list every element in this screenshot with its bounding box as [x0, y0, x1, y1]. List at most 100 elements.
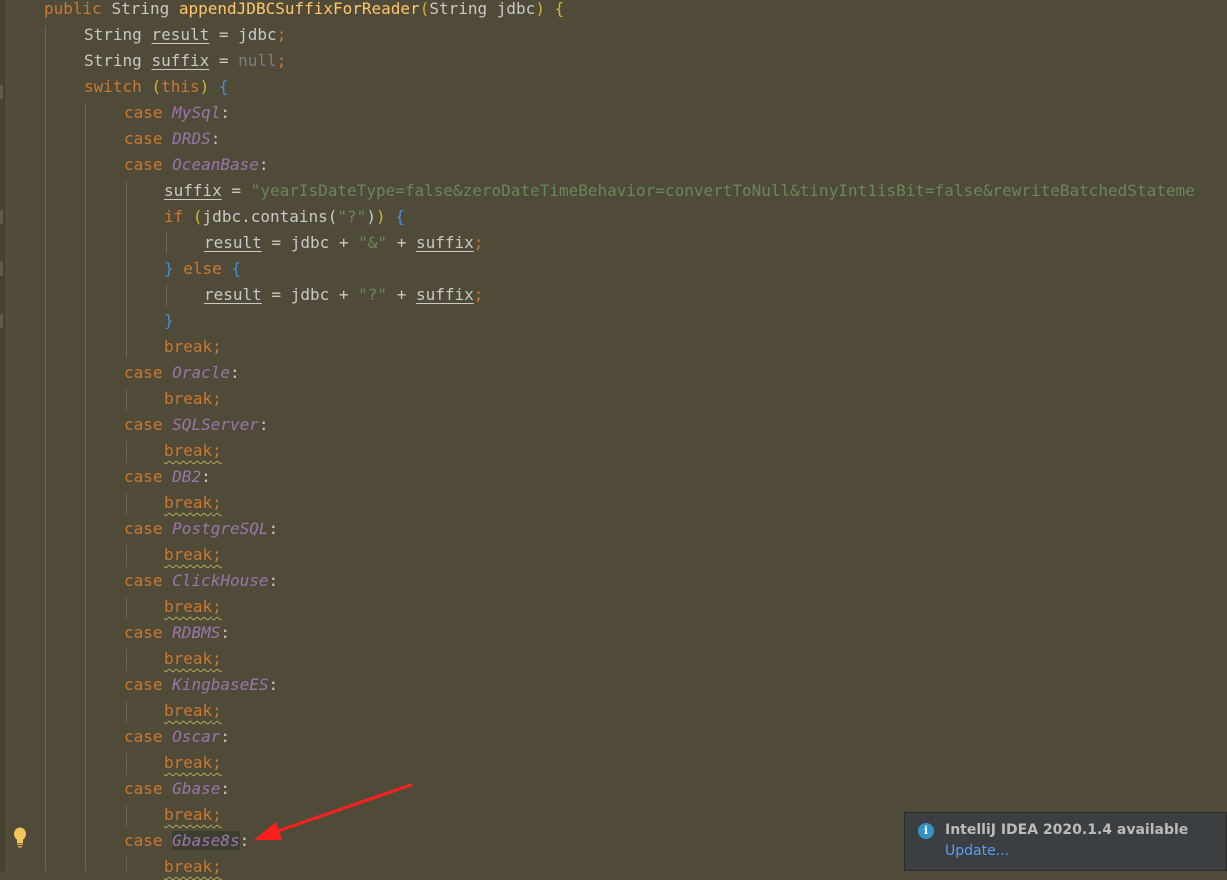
- code-line[interactable]: break;: [164, 542, 222, 568]
- keyword: break: [164, 753, 213, 772]
- variable: result: [151, 25, 210, 44]
- indent-guide: [45, 26, 46, 871]
- code-line[interactable]: break;: [164, 750, 222, 776]
- semicolon: ;: [212, 597, 222, 616]
- code-line[interactable]: case Gbase:: [124, 776, 230, 802]
- code-line[interactable]: result = jdbc + "&" + suffix;: [204, 230, 483, 256]
- enum-constant: DRDS: [172, 129, 211, 148]
- code-line[interactable]: case DRDS:: [124, 126, 220, 152]
- semicolon: ;: [212, 337, 222, 356]
- code-line[interactable]: public String appendJDBCSuffixForReader(…: [44, 0, 564, 22]
- code-line[interactable]: break;: [164, 334, 222, 360]
- indent-guide: [166, 232, 167, 254]
- brace: {: [554, 0, 565, 18]
- operator: +: [396, 285, 407, 304]
- code-line[interactable]: break;: [164, 438, 222, 464]
- string-literal: "?": [358, 285, 388, 304]
- enum-constant: MySql: [172, 103, 221, 122]
- variable: result: [204, 285, 262, 304]
- keyword: break: [164, 805, 213, 824]
- code-line[interactable]: suffix = "yearIsDateType=false&zeroDateT…: [164, 178, 1195, 204]
- lightbulb-icon[interactable]: [12, 826, 28, 850]
- semicolon: ;: [212, 389, 222, 408]
- indent-guide: [126, 805, 127, 827]
- parameter: String jdbc: [429, 0, 536, 18]
- code-editor[interactable]: public String appendJDBCSuffixForReader(…: [0, 0, 1227, 876]
- semicolon: ;: [212, 857, 222, 876]
- semicolon: ;: [212, 493, 222, 512]
- indent-guide: [126, 701, 127, 723]
- indent-guide: [126, 597, 127, 619]
- brace: {: [231, 259, 242, 278]
- semicolon: ;: [276, 25, 287, 44]
- code-line[interactable]: case Gbase8s:: [124, 828, 249, 854]
- code-line[interactable]: break;: [164, 646, 222, 672]
- code-line[interactable]: result = jdbc + "?" + suffix;: [204, 282, 483, 308]
- code-line[interactable]: case MySql:: [124, 100, 230, 126]
- code-line[interactable]: } else {: [164, 256, 241, 282]
- paren: ): [375, 207, 386, 226]
- colon: :: [220, 623, 230, 642]
- code-line[interactable]: switch (this) {: [84, 74, 229, 100]
- enum-constant: Gbase8s: [172, 831, 240, 850]
- colon: :: [220, 727, 230, 746]
- code-line[interactable]: break;: [164, 594, 222, 620]
- semicolon: ;: [212, 701, 222, 720]
- keyword: case: [124, 831, 163, 850]
- brace: {: [218, 77, 229, 96]
- paren: ): [535, 0, 545, 18]
- code-line[interactable]: case DB2:: [124, 464, 211, 490]
- enum-constant: RDBMS: [172, 623, 221, 642]
- expression: = jdbc +: [271, 285, 349, 304]
- enum-constant: Oracle: [172, 363, 230, 382]
- enum-constant: OceanBase: [172, 155, 259, 174]
- code-line[interactable]: if (jdbc.contains("?")) {: [164, 204, 405, 230]
- colon: :: [258, 155, 269, 174]
- code-line[interactable]: break;: [164, 698, 222, 724]
- indent-guide: [126, 389, 127, 411]
- indent-guide: [166, 284, 167, 306]
- code-line[interactable]: case Oracle:: [124, 360, 240, 386]
- keyword: break: [164, 337, 213, 356]
- string-literal: "yearIsDateType=false&zeroDateTimeBehavi…: [250, 181, 1195, 200]
- code-line[interactable]: case SQLServer:: [124, 412, 269, 438]
- paren: ): [199, 77, 210, 96]
- keyword: break: [164, 701, 213, 720]
- keyword: else: [183, 259, 222, 278]
- code-line[interactable]: break;: [164, 490, 222, 516]
- code-line[interactable]: break;: [164, 802, 222, 828]
- keyword: case: [124, 727, 163, 746]
- code-line[interactable]: case OceanBase:: [124, 152, 269, 178]
- code-line[interactable]: case PostgreSQL:: [124, 516, 278, 542]
- keyword: switch: [84, 77, 142, 96]
- code-line[interactable]: case Oscar:: [124, 724, 230, 750]
- type: String: [84, 51, 142, 70]
- code-line[interactable]: }: [164, 308, 174, 334]
- code-line[interactable]: break;: [164, 854, 222, 880]
- enum-constant: ClickHouse: [172, 571, 269, 590]
- code-line[interactable]: case KingbaseES:: [124, 672, 278, 698]
- colon: :: [229, 363, 240, 382]
- keyword: case: [124, 623, 163, 642]
- code-line[interactable]: case RDBMS:: [124, 620, 230, 646]
- code-line[interactable]: case ClickHouse:: [124, 568, 278, 594]
- indent-guide: [126, 545, 127, 567]
- keyword: break: [164, 389, 213, 408]
- indent-guide: [126, 753, 127, 775]
- keyword: case: [124, 571, 163, 590]
- code-line[interactable]: String result = jdbc;: [84, 22, 286, 48]
- semicolon: ;: [212, 545, 222, 564]
- indent-guide: [126, 493, 127, 515]
- code-line[interactable]: String suffix = null;: [84, 48, 286, 74]
- colon: :: [268, 571, 279, 590]
- update-link[interactable]: Update...: [945, 843, 1009, 859]
- code-line[interactable]: break;: [164, 386, 222, 412]
- colon: :: [220, 103, 230, 122]
- operator: +: [396, 233, 407, 252]
- colon: :: [201, 467, 211, 486]
- variable: suffix: [415, 233, 474, 252]
- update-notification[interactable]: i IntelliJ IDEA 2020.1.4 available Updat…: [904, 812, 1227, 871]
- type: String: [111, 0, 170, 18]
- keyword: case: [124, 519, 163, 538]
- semicolon: ;: [212, 805, 222, 824]
